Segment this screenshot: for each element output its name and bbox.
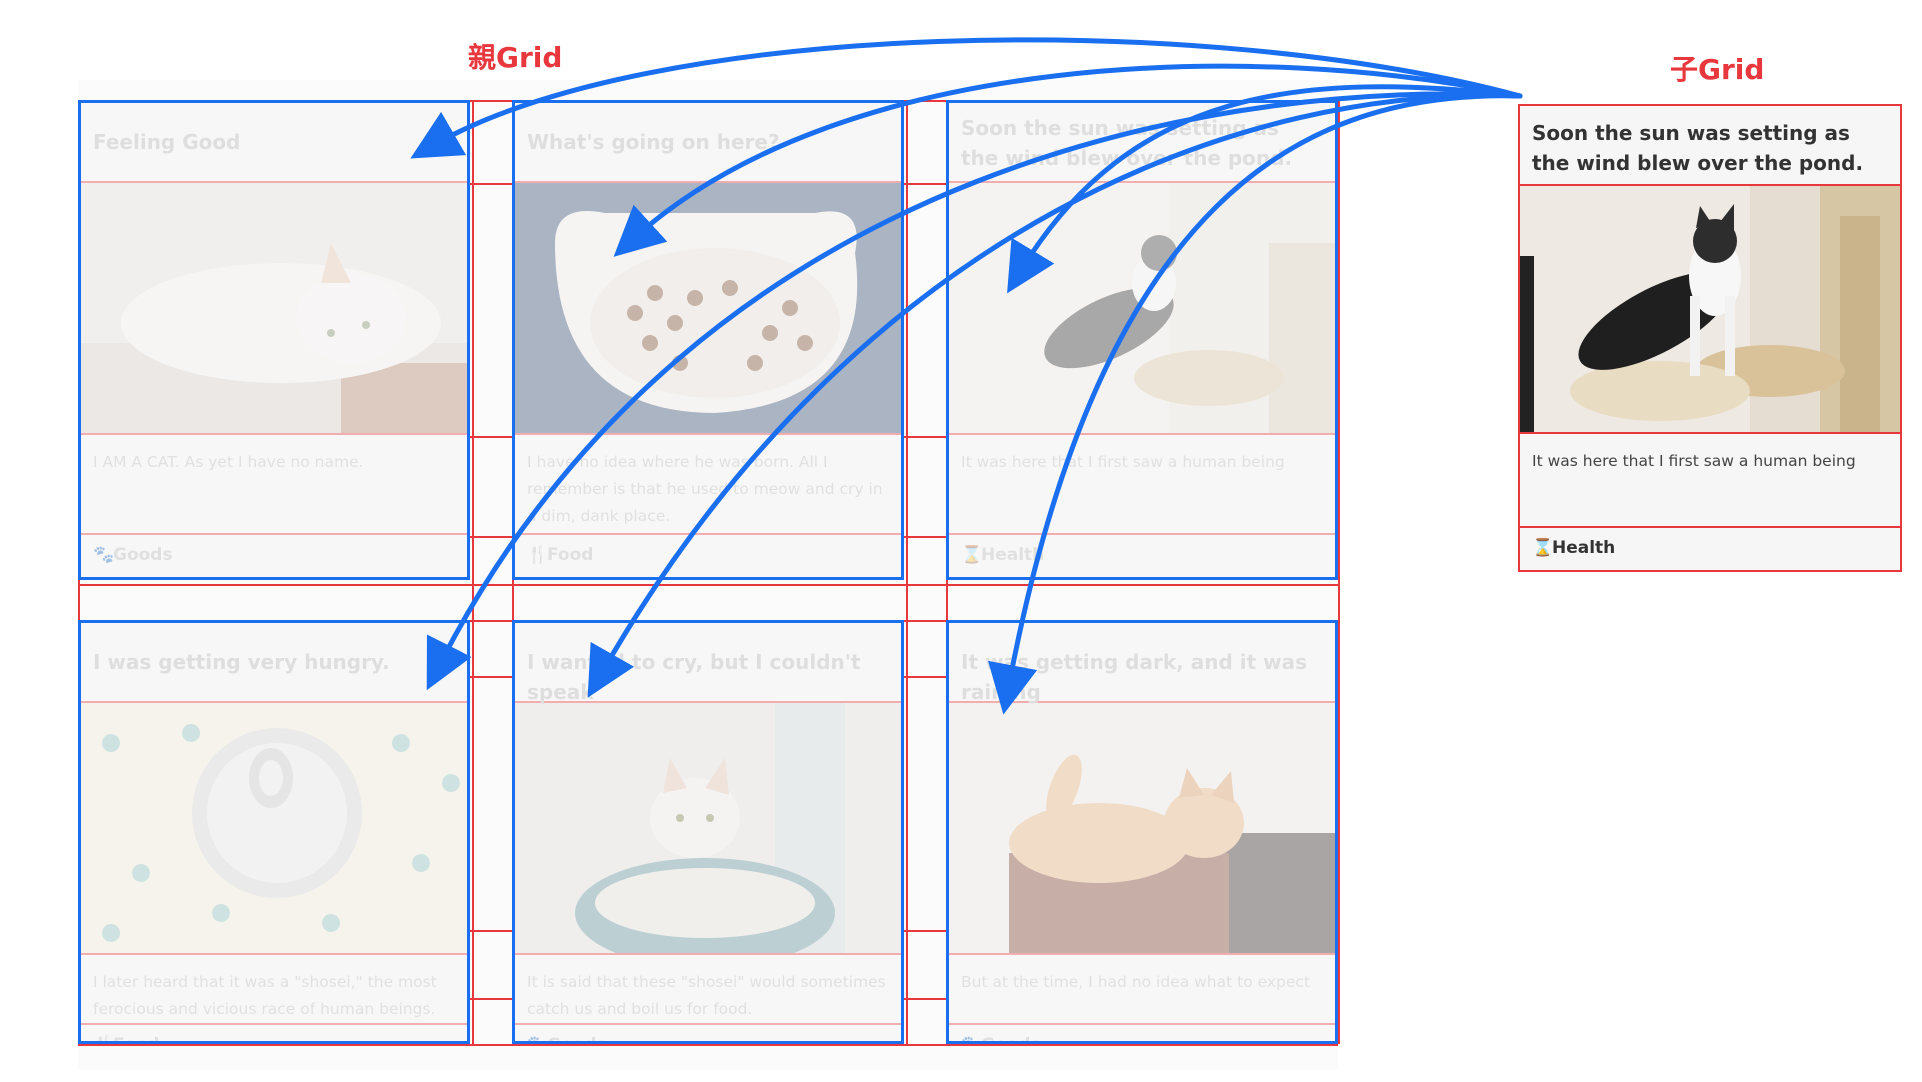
arrow: [587, 92, 1523, 698]
arrows-overlay: [410, 37, 1523, 715]
arrow: [410, 37, 1523, 159]
arrow: [1007, 84, 1523, 294]
arrow: [426, 91, 1523, 691]
arrow: [613, 63, 1523, 257]
arrow: [988, 93, 1523, 715]
